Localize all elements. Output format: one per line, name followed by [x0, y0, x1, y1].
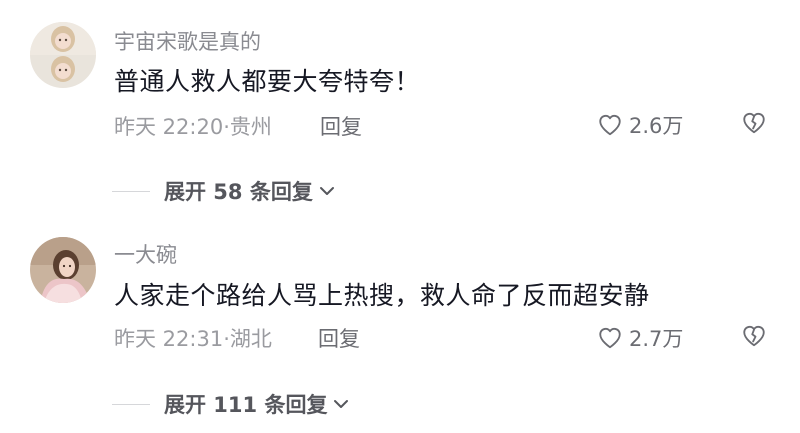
avatar-image: [30, 22, 96, 88]
reply-button[interactable]: 回复: [318, 323, 360, 353]
avatar[interactable]: [30, 22, 96, 88]
comment-item: 宇宙宋歌是真的 普通人救人都要大夸特夸！ 昨天 22:20·贵州 回复 2.6万…: [0, 0, 800, 215]
dislike-button[interactable]: [740, 323, 768, 349]
username[interactable]: 一大碗: [114, 239, 177, 269]
comment-item: 一大碗 人家走个路给人骂上热搜，救人命了反而超安静 昨天 22:31·湖北 回复…: [0, 215, 800, 433]
heart-outline-icon: [599, 114, 621, 136]
chevron-down-icon: [334, 400, 349, 408]
divider-line: [112, 403, 150, 405]
expand-replies-label: 展开 58 条回复: [164, 180, 313, 204]
avatar[interactable]: [30, 237, 96, 303]
divider-line: [112, 190, 150, 192]
like-count: 2.6万: [629, 114, 684, 138]
username[interactable]: 宇宙宋歌是真的: [114, 26, 261, 56]
dislike-button[interactable]: [740, 110, 768, 136]
like-button[interactable]: 2.7万: [597, 323, 683, 353]
comment-text[interactable]: 普通人救人都要大夸特夸！: [114, 62, 420, 98]
heart-outline-icon: [599, 327, 621, 349]
comment-meta: 昨天 22:20·贵州: [114, 115, 272, 139]
like-button[interactable]: 2.6万: [597, 110, 683, 140]
expand-replies-label: 展开 111 条回复: [164, 393, 328, 417]
comment-text[interactable]: 人家走个路给人骂上热搜，救人命了反而超安静: [114, 276, 650, 312]
avatar-image: [30, 237, 96, 303]
like-count: 2.7万: [629, 327, 684, 351]
expand-replies-button[interactable]: 展开 58 条回复: [112, 176, 337, 206]
chevron-down-icon: [319, 187, 334, 195]
broken-heart-icon: [743, 325, 765, 347]
comment-meta: 昨天 22:31·湖北: [114, 327, 272, 351]
reply-button[interactable]: 回复: [320, 111, 362, 141]
broken-heart-icon: [743, 112, 765, 134]
expand-replies-button[interactable]: 展开 111 条回复: [112, 389, 351, 419]
